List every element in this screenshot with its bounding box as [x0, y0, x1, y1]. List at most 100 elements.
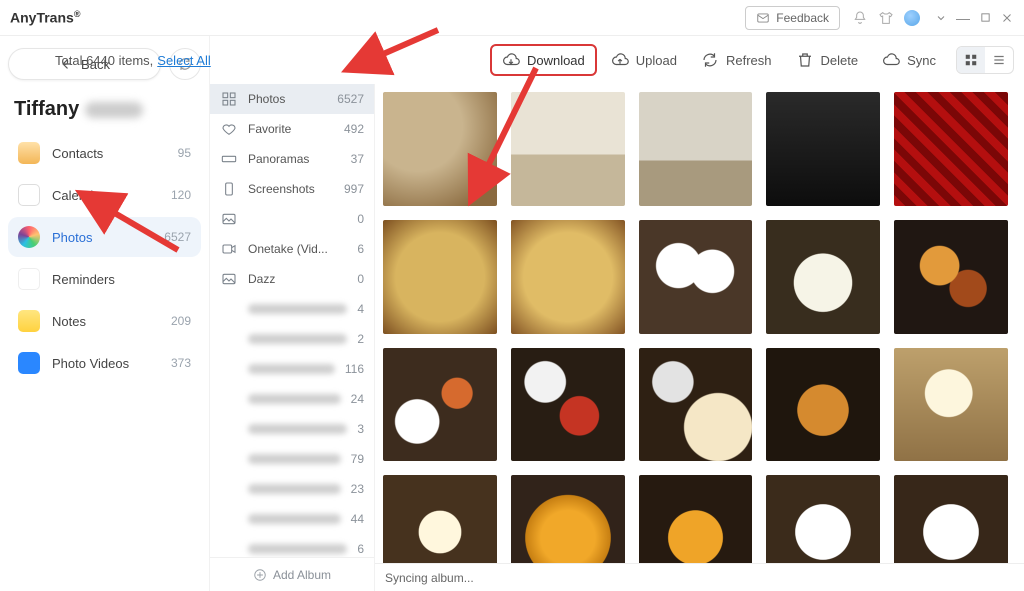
image-icon — [220, 270, 238, 288]
photo-thumbnail[interactable] — [511, 92, 625, 206]
photo-thumbnail[interactable] — [383, 348, 497, 462]
image-icon — [220, 360, 238, 378]
photo-thumbnail[interactable] — [766, 220, 880, 334]
photo-thumbnail[interactable] — [894, 348, 1008, 462]
album-item[interactable]: 44 — [210, 504, 374, 534]
photo-thumbnail[interactable] — [383, 475, 497, 563]
album-item[interactable]: 4 — [210, 294, 374, 324]
username: Tiffany — [8, 94, 201, 133]
photo-thumbnail[interactable] — [894, 92, 1008, 206]
photo-thumbnail[interactable] — [766, 475, 880, 563]
envelope-icon — [756, 11, 770, 25]
photo-thumbnail[interactable] — [639, 475, 753, 563]
photo-thumbnail[interactable] — [639, 348, 753, 462]
back-button[interactable]: Back — [8, 48, 161, 80]
sidebar-item-label: Photos — [52, 230, 92, 245]
upload-button[interactable]: Upload — [601, 44, 687, 76]
sync-button[interactable]: Sync — [872, 44, 946, 76]
sidebar: Back Tiffany Contacts 95 Calendar 120 Ph… — [0, 36, 210, 591]
image-icon — [220, 210, 238, 228]
album-item[interactable]: Panoramas 37 — [210, 144, 374, 174]
bell-icon[interactable] — [852, 10, 868, 26]
add-album-button[interactable]: Add Album — [210, 557, 374, 591]
grid-view-icon[interactable] — [957, 47, 985, 73]
album-label — [248, 454, 341, 464]
username-text: Tiffany — [14, 98, 79, 121]
album-item[interactable]: Dazz 0 — [210, 264, 374, 294]
avatar-icon[interactable] — [904, 10, 920, 26]
photo-thumbnail[interactable] — [894, 220, 1008, 334]
album-count: 3 — [357, 422, 364, 436]
album-item[interactable]: 79 — [210, 444, 374, 474]
album-label — [248, 544, 347, 554]
sidebar-item-calendar[interactable]: Calendar 120 — [8, 175, 201, 215]
image-icon — [220, 420, 238, 438]
sync-label: Sync — [907, 53, 936, 68]
heart-icon — [220, 120, 238, 138]
maximize-icon[interactable] — [978, 12, 992, 23]
photo-thumbnail[interactable] — [894, 475, 1008, 563]
photo-thumbnail[interactable] — [766, 92, 880, 206]
calendar-icon — [18, 184, 40, 206]
photo-grid — [383, 92, 1008, 563]
album-item[interactable]: 24 — [210, 384, 374, 414]
download-button[interactable]: Download — [490, 44, 597, 76]
album-item[interactable]: 23 — [210, 474, 374, 504]
album-item[interactable]: 2 — [210, 324, 374, 354]
tshirt-icon[interactable] — [878, 10, 894, 26]
album-label — [248, 304, 347, 314]
close-icon[interactable] — [1000, 12, 1014, 24]
sidebar-item-label: Reminders — [52, 272, 115, 287]
view-toggle — [956, 46, 1014, 74]
album-count: 79 — [351, 452, 364, 466]
album-label — [248, 364, 335, 374]
image-icon — [220, 510, 238, 528]
album-list[interactable]: Photos 6527 Favorite 492 Panoramas 37 Sc… — [210, 84, 374, 557]
photo-thumbnail[interactable] — [766, 348, 880, 462]
photo-thumbnail[interactable] — [383, 220, 497, 334]
photo-thumbnail[interactable] — [511, 220, 625, 334]
album-count: 23 — [351, 482, 364, 496]
trash-icon — [796, 51, 814, 69]
feedback-button[interactable]: Feedback — [745, 6, 840, 30]
sidebar-item-photos[interactable]: Photos 6527 — [8, 217, 201, 257]
list-view-icon[interactable] — [985, 47, 1013, 73]
cloud-upload-icon — [611, 51, 629, 69]
album-item[interactable]: 6 — [210, 534, 374, 557]
status-text: Syncing album... — [385, 571, 474, 585]
album-item[interactable]: 3 — [210, 414, 374, 444]
sidebar-item-label: Calendar — [52, 188, 105, 203]
photo-thumbnail[interactable] — [383, 92, 497, 206]
photo-thumbnail[interactable] — [511, 348, 625, 462]
album-count: 2 — [357, 332, 364, 346]
select-all-link[interactable]: Select All — [157, 53, 210, 68]
photo-thumbnail[interactable] — [639, 220, 753, 334]
minimize-icon[interactable]: — — [956, 10, 970, 26]
titlebar: AnyTrans® Feedback — — [0, 0, 1024, 36]
album-label — [248, 484, 341, 494]
upload-label: Upload — [636, 53, 677, 68]
notes-icon — [18, 310, 40, 332]
chevron-down-icon[interactable] — [934, 12, 948, 24]
sidebar-item-contacts[interactable]: Contacts 95 — [8, 133, 201, 173]
album-label — [248, 424, 347, 434]
album-item[interactable]: 0 — [210, 204, 374, 234]
sidebar-item-reminders[interactable]: Reminders — [8, 259, 201, 299]
album-count: 6 — [357, 542, 364, 556]
sidebar-item-video[interactable]: Photo Videos 373 — [8, 343, 201, 383]
photo-grid-scroll[interactable] — [375, 84, 1024, 563]
album-item[interactable]: 116 — [210, 354, 374, 384]
sidebar-item-count: 209 — [171, 314, 191, 328]
photo-thumbnail[interactable] — [511, 475, 625, 563]
refresh-icon — [701, 51, 719, 69]
album-item[interactable]: Screenshots 997 — [210, 174, 374, 204]
image-icon — [220, 390, 238, 408]
delete-button[interactable]: Delete — [786, 44, 869, 76]
album-item[interactable]: Favorite 492 — [210, 114, 374, 144]
album-item[interactable]: Photos 6527 — [210, 84, 374, 114]
album-item[interactable]: Onetake (Vid... 6 — [210, 234, 374, 264]
sidebar-item-notes[interactable]: Notes 209 — [8, 301, 201, 341]
pano-icon — [220, 150, 238, 168]
photo-thumbnail[interactable] — [639, 92, 753, 206]
refresh-button[interactable]: Refresh — [691, 44, 782, 76]
